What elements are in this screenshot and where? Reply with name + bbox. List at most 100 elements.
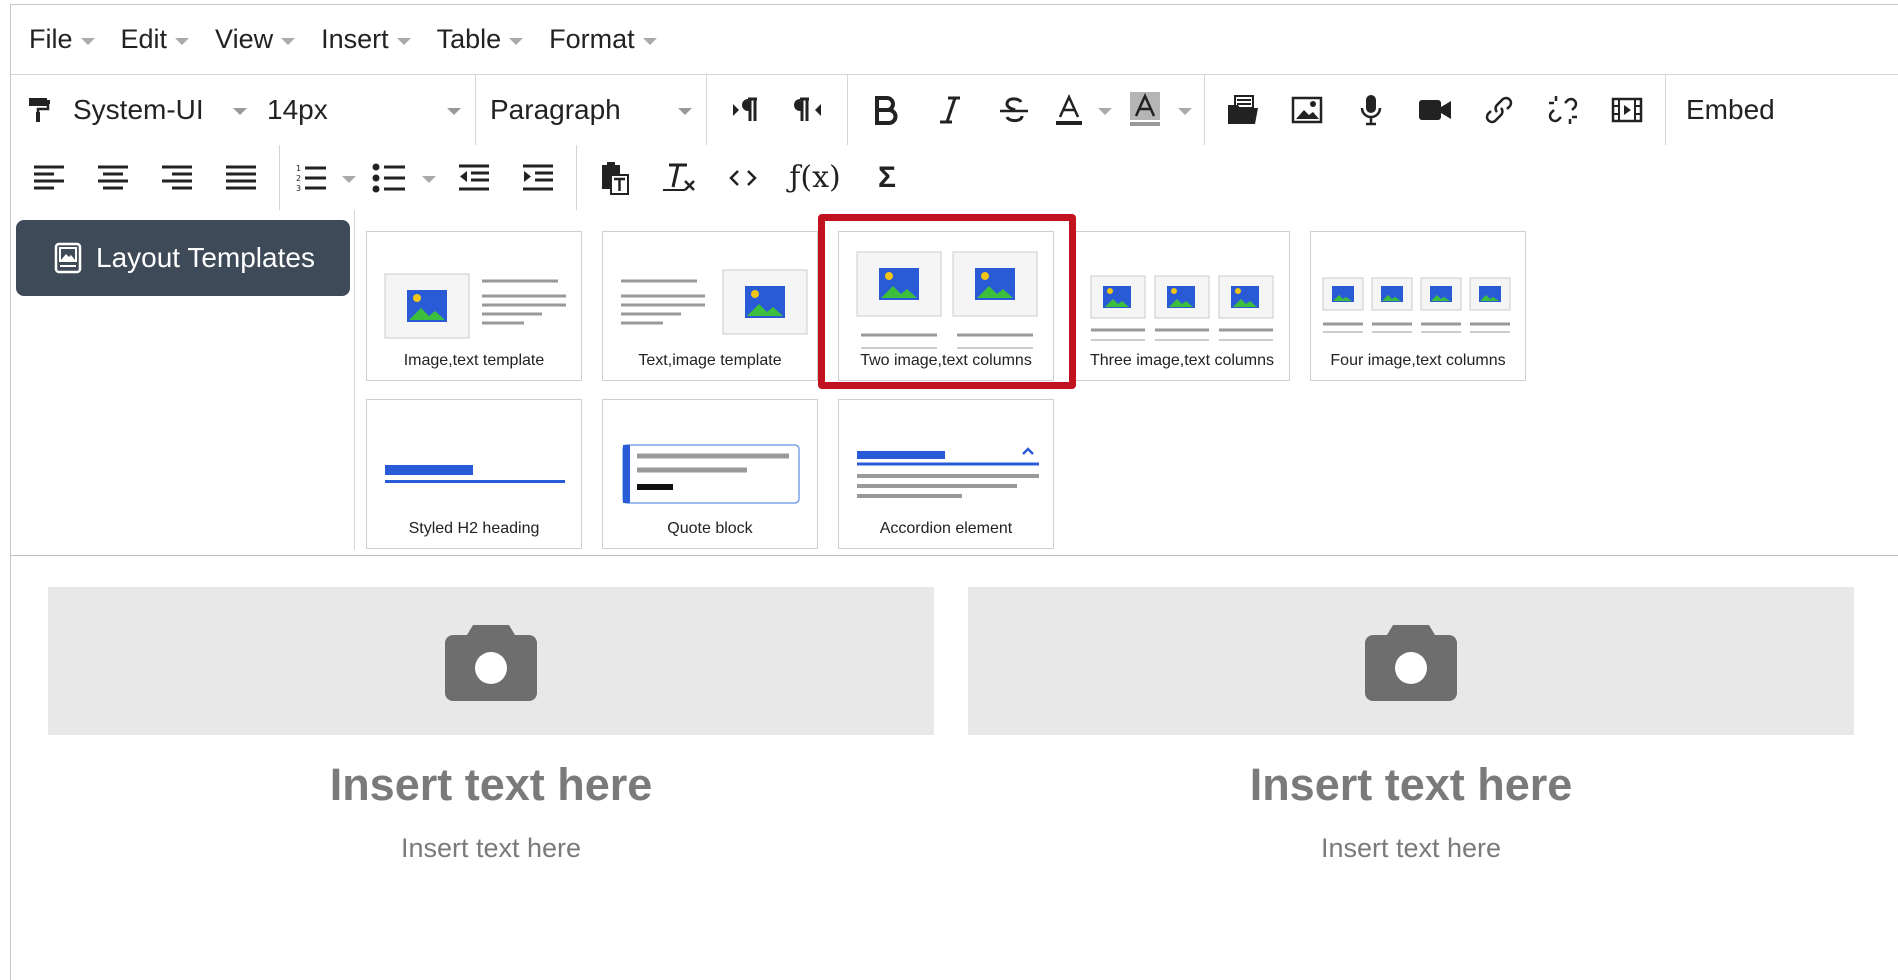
- rich-text-editor: File Edit View Insert Table Format Syste…: [10, 4, 1898, 980]
- ltr-icon: [733, 97, 757, 121]
- source-code-button[interactable]: [711, 150, 775, 206]
- svg-text:1: 1: [296, 164, 301, 173]
- indent-button[interactable]: [506, 150, 570, 206]
- align-justify-icon: [226, 165, 256, 189]
- font-size-select[interactable]: 14px: [259, 82, 469, 138]
- text-color-button[interactable]: [1046, 82, 1092, 138]
- chevron-down-icon: [1178, 108, 1192, 115]
- chevron-down-icon: [342, 175, 356, 183]
- rtl-button[interactable]: [777, 82, 841, 138]
- align-left-icon: [34, 165, 64, 189]
- font-family-select[interactable]: System-UI: [65, 82, 255, 138]
- image-placeholder[interactable]: [48, 587, 934, 735]
- link-icon: [1485, 96, 1513, 124]
- column-text[interactable]: Insert text here: [968, 833, 1854, 864]
- chevron-down-icon: [422, 175, 436, 183]
- template-quote-block[interactable]: Quote block: [602, 399, 818, 549]
- block-format-select[interactable]: Paragraph: [482, 82, 700, 138]
- format-painter-button[interactable]: [15, 82, 65, 138]
- rtl-icon: [794, 97, 821, 121]
- menu-edit[interactable]: Edit: [121, 24, 190, 55]
- record-video-button[interactable]: [1403, 82, 1467, 138]
- menu-view[interactable]: View: [215, 24, 296, 55]
- layout-templates-button[interactable]: Layout Templates: [16, 220, 350, 296]
- template-thumbnail: [856, 251, 1038, 349]
- image-button[interactable]: [1275, 82, 1339, 138]
- layout-templates-label: Layout Templates: [96, 242, 315, 273]
- camera-icon: [1365, 625, 1457, 701]
- record-audio-button[interactable]: [1339, 82, 1403, 138]
- chevron-down-icon: [175, 37, 190, 45]
- panel-divider: [354, 210, 355, 550]
- bold-button[interactable]: [854, 82, 918, 138]
- template-text-image[interactable]: Text,image template: [602, 231, 818, 381]
- misc-group: ƒ(x) Σ: [577, 145, 925, 210]
- template-label: Styled H2 heading: [408, 520, 540, 537]
- column-heading[interactable]: Insert text here: [968, 759, 1854, 811]
- unlink-icon: [1548, 96, 1578, 124]
- image-placeholder[interactable]: [968, 587, 1854, 735]
- template-accordion-element[interactable]: Accordion element: [838, 399, 1054, 549]
- math-button[interactable]: ƒ(x): [775, 150, 855, 206]
- menu-file[interactable]: File: [29, 24, 95, 55]
- italic-button[interactable]: [918, 82, 982, 138]
- align-left-button[interactable]: [17, 150, 81, 206]
- clear-formatting-icon: [663, 163, 695, 191]
- list-group: 123: [280, 145, 577, 210]
- unordered-list-dropdown[interactable]: [416, 150, 442, 206]
- align-center-button[interactable]: [81, 150, 145, 206]
- chevron-down-icon: [396, 37, 411, 45]
- bold-icon: [875, 96, 898, 125]
- template-label: Text,image template: [638, 352, 782, 369]
- clear-formatting-button[interactable]: [647, 150, 711, 206]
- template-image-text[interactable]: Image,text template: [366, 231, 582, 381]
- chevron-down-icon: [509, 37, 524, 45]
- align-justify-button[interactable]: [209, 150, 273, 206]
- link-button[interactable]: [1467, 82, 1531, 138]
- svg-text:2: 2: [296, 174, 301, 183]
- template-thumbnail: [384, 273, 566, 339]
- outdent-button[interactable]: [442, 150, 506, 206]
- template-styled-h2-heading[interactable]: Styled H2 heading: [366, 399, 582, 549]
- editor-content[interactable]: Insert text here Insert text here Insert…: [11, 557, 1898, 980]
- unordered-list-icon: [372, 163, 405, 192]
- record-audio-icon: [1360, 95, 1382, 126]
- align-right-button[interactable]: [145, 150, 209, 206]
- ltr-button[interactable]: [713, 82, 777, 138]
- chevron-down-icon: [1098, 108, 1112, 115]
- block-group: Paragraph: [476, 75, 707, 145]
- media-button[interactable]: [1595, 82, 1659, 138]
- embed-group: Embed: [1666, 75, 1795, 145]
- ordered-list-icon: 123: [296, 164, 326, 193]
- documents-icon: [1228, 95, 1258, 124]
- strikethrough-button[interactable]: [982, 82, 1046, 138]
- template-three-image-text-columns[interactable]: Three image,text columns: [1074, 231, 1290, 381]
- column-heading[interactable]: Insert text here: [48, 759, 934, 811]
- unlink-button[interactable]: [1531, 82, 1595, 138]
- paste-as-text-button[interactable]: [583, 150, 647, 206]
- source-code-icon: [729, 169, 757, 186]
- record-video-icon: [1419, 100, 1451, 120]
- background-color-button[interactable]: [1118, 82, 1172, 138]
- svg-text:3: 3: [296, 184, 301, 193]
- ordered-list-button[interactable]: 123: [286, 150, 336, 206]
- chevron-down-icon: [642, 37, 657, 45]
- unordered-list-button[interactable]: [362, 150, 416, 206]
- template-label: Accordion element: [879, 520, 1013, 537]
- column-text[interactable]: Insert text here: [48, 833, 934, 864]
- template-four-image-text-columns[interactable]: Four image,text columns: [1310, 231, 1526, 381]
- menu-insert[interactable]: Insert: [321, 24, 411, 55]
- template-thumbnail: [857, 447, 1039, 498]
- chevron-down-icon: [281, 37, 296, 45]
- layout-templates-panel: Layout Templates Image,text template Tex…: [11, 210, 1898, 556]
- embed-button[interactable]: Embed: [1672, 94, 1789, 126]
- menu-format[interactable]: Format: [549, 24, 657, 55]
- background-color-dropdown[interactable]: [1172, 82, 1198, 138]
- menu-table[interactable]: Table: [437, 24, 524, 55]
- template-two-image-text-columns[interactable]: Two image,text columns: [838, 231, 1054, 381]
- text-color-dropdown[interactable]: [1092, 82, 1118, 138]
- equation-button[interactable]: Σ: [855, 150, 919, 206]
- ordered-list-dropdown[interactable]: [336, 150, 362, 206]
- documents-button[interactable]: [1211, 82, 1275, 138]
- text-color-icon: [1056, 93, 1082, 125]
